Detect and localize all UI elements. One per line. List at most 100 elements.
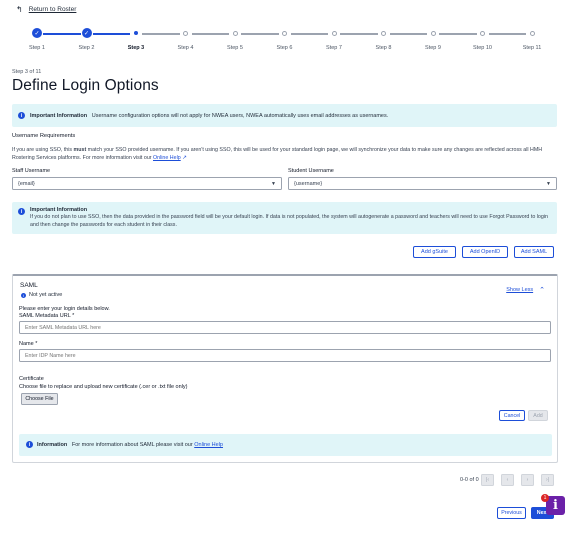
stepper-step: Step 11 xyxy=(507,28,557,51)
staff-username-label: Staff Username xyxy=(12,168,51,174)
notification-badge: 1 xyxy=(541,494,549,502)
step-indicator-icon xyxy=(477,28,488,38)
step-indicator-icon xyxy=(279,28,290,38)
banner-text: If you do not plan to use SSO, then the … xyxy=(30,214,548,228)
stepper-step: Step 5 xyxy=(210,28,260,51)
stepper-step-label: Step 9 xyxy=(425,45,441,51)
last-page-button[interactable]: ›| xyxy=(541,474,554,486)
saml-metadata-label: SAML Metadata URL * xyxy=(19,313,75,319)
student-username-select[interactable]: {username} ▼ xyxy=(288,177,557,190)
saml-status: i Not yet active xyxy=(21,292,62,298)
step-indicator-icon xyxy=(230,28,240,38)
checkmark-icon: ✓ xyxy=(32,28,42,38)
stepper-step-label: Step 1 xyxy=(29,45,45,51)
stepper-step-label: Step 10 xyxy=(473,45,492,51)
add-openid-button[interactable]: Add OpenID xyxy=(462,246,508,258)
stepper-step-label: Step 7 xyxy=(326,45,342,51)
para-text-1: If you are using SSO, this xyxy=(12,147,74,153)
step-indicator-icon xyxy=(527,28,537,38)
chevron-up-icon: ⌃ xyxy=(539,287,545,294)
saml-information-banner: i Information For more information about… xyxy=(19,434,552,456)
add-button[interactable]: Add xyxy=(528,410,548,421)
stepper-step: Step 4 xyxy=(161,28,211,51)
return-to-roster-label: Return to Roster xyxy=(28,6,77,13)
info-icon: i xyxy=(18,208,25,215)
banner-title: Information xyxy=(37,442,68,448)
student-username-label: Student Username xyxy=(288,168,334,174)
arrow-return-icon: ↰ xyxy=(16,5,23,14)
username-requirements-heading: Username Requirements xyxy=(12,133,76,139)
step-indicator-icon xyxy=(131,28,141,38)
para-text-2: match your SSO provided username. If you… xyxy=(12,147,543,161)
step-indicator-icon xyxy=(180,28,191,38)
chevron-down-icon: ▼ xyxy=(271,180,276,187)
show-less-toggle[interactable]: Show Less ⌃ xyxy=(506,286,545,294)
banner-text: Username configuration options will not … xyxy=(91,112,389,119)
next-page-button[interactable]: › xyxy=(521,474,534,486)
chevron-down-icon: ▼ xyxy=(546,180,551,187)
status-text: Not yet active xyxy=(29,292,63,298)
banner-title: Important Information xyxy=(30,112,88,119)
pagination-count: 0-0 of 0 xyxy=(460,477,479,483)
stepper-step-label: Step 8 xyxy=(375,45,392,51)
para-bold: must xyxy=(73,147,87,153)
last-page-icon: ›| xyxy=(546,477,549,483)
add-gsuite-button[interactable]: Add gSuite xyxy=(413,246,456,258)
certificate-hint: Choose file to replace and upload new ce… xyxy=(19,384,188,390)
previous-button[interactable]: Previous xyxy=(497,507,526,519)
saml-metadata-url-input[interactable] xyxy=(19,321,551,334)
stepper-step: Step 8 xyxy=(359,28,409,51)
staff-username-value: {email} xyxy=(18,181,35,187)
stepper-step-label: Step 2 xyxy=(78,45,95,51)
student-username-value: {username} xyxy=(294,181,323,187)
staff-username-select[interactable]: {email} ▼ xyxy=(12,177,282,190)
stepper-step-label: Step 6 xyxy=(276,45,293,51)
banner-text: For more information about SAML please v… xyxy=(71,442,195,448)
stepper-step-label: Step 5 xyxy=(227,45,243,51)
saml-name-input[interactable] xyxy=(19,349,551,362)
previous-page-button[interactable]: ‹ xyxy=(501,474,514,486)
stepper-step-label: Step 3 xyxy=(127,45,145,51)
add-saml-button[interactable]: Add SAML xyxy=(514,246,554,258)
certificate-label: Certificate xyxy=(19,376,44,382)
stepper-step-label: Step 4 xyxy=(177,45,194,51)
saml-online-help-link[interactable]: Online Help xyxy=(194,442,223,448)
stepper-step: ✓ Step 2 xyxy=(62,28,112,51)
chevron-right-icon: › xyxy=(526,477,529,483)
show-less-label: Show Less xyxy=(506,287,534,293)
saml-card: SAML i Not yet active Show Less ⌃ Please… xyxy=(12,274,558,463)
status-info-icon: i xyxy=(21,292,26,298)
stepper-step: ✓ Step 1 xyxy=(12,28,62,51)
step-indicator-icon xyxy=(378,28,389,38)
saml-title: SAML xyxy=(20,282,38,289)
progress-stepper: ✓ Step 1 ✓ Step 2 Step 3 Step 4 Step 5 Step 6 St… xyxy=(12,28,550,58)
stepper-step: Step 9 xyxy=(408,28,458,51)
first-page-icon: |‹ xyxy=(486,477,489,483)
step-indicator-icon xyxy=(329,28,339,38)
cancel-button[interactable]: Cancel xyxy=(499,410,525,421)
choose-file-button[interactable]: Choose File xyxy=(21,393,58,405)
stepper-step: Step 6 xyxy=(260,28,310,51)
step-indicator-icon xyxy=(428,28,438,38)
important-information-banner: i Important Information Username configu… xyxy=(12,104,557,127)
info-icon: i xyxy=(553,498,558,513)
page-title: Define Login Options xyxy=(12,77,159,94)
password-information-banner: i Important Information If you do not pl… xyxy=(12,202,557,234)
stepper-step: Step 7 xyxy=(309,28,359,51)
first-page-button[interactable]: |‹ xyxy=(481,474,494,486)
stepper-step: Step 3 xyxy=(111,28,161,51)
username-requirements-text: If you are using SSO, this must match yo… xyxy=(12,146,557,162)
chevron-left-icon: ‹ xyxy=(506,477,509,483)
info-icon: i xyxy=(26,441,33,448)
external-link-icon: ↗ xyxy=(182,155,187,161)
stepper-step-label: Step 11 xyxy=(522,45,542,51)
checkmark-icon: ✓ xyxy=(81,28,92,38)
saml-intro: Please enter your login details below. xyxy=(19,306,110,312)
online-help-link[interactable]: Online Help xyxy=(153,155,181,161)
step-counter: Step 3 of 11 xyxy=(12,69,42,75)
banner-title: Important Information xyxy=(30,207,88,213)
saml-name-label: Name * xyxy=(19,341,38,347)
info-icon: i xyxy=(18,112,25,119)
stepper-step: Step 10 xyxy=(458,28,508,51)
return-to-roster-link[interactable]: ↰ Return to Roster xyxy=(16,5,76,14)
